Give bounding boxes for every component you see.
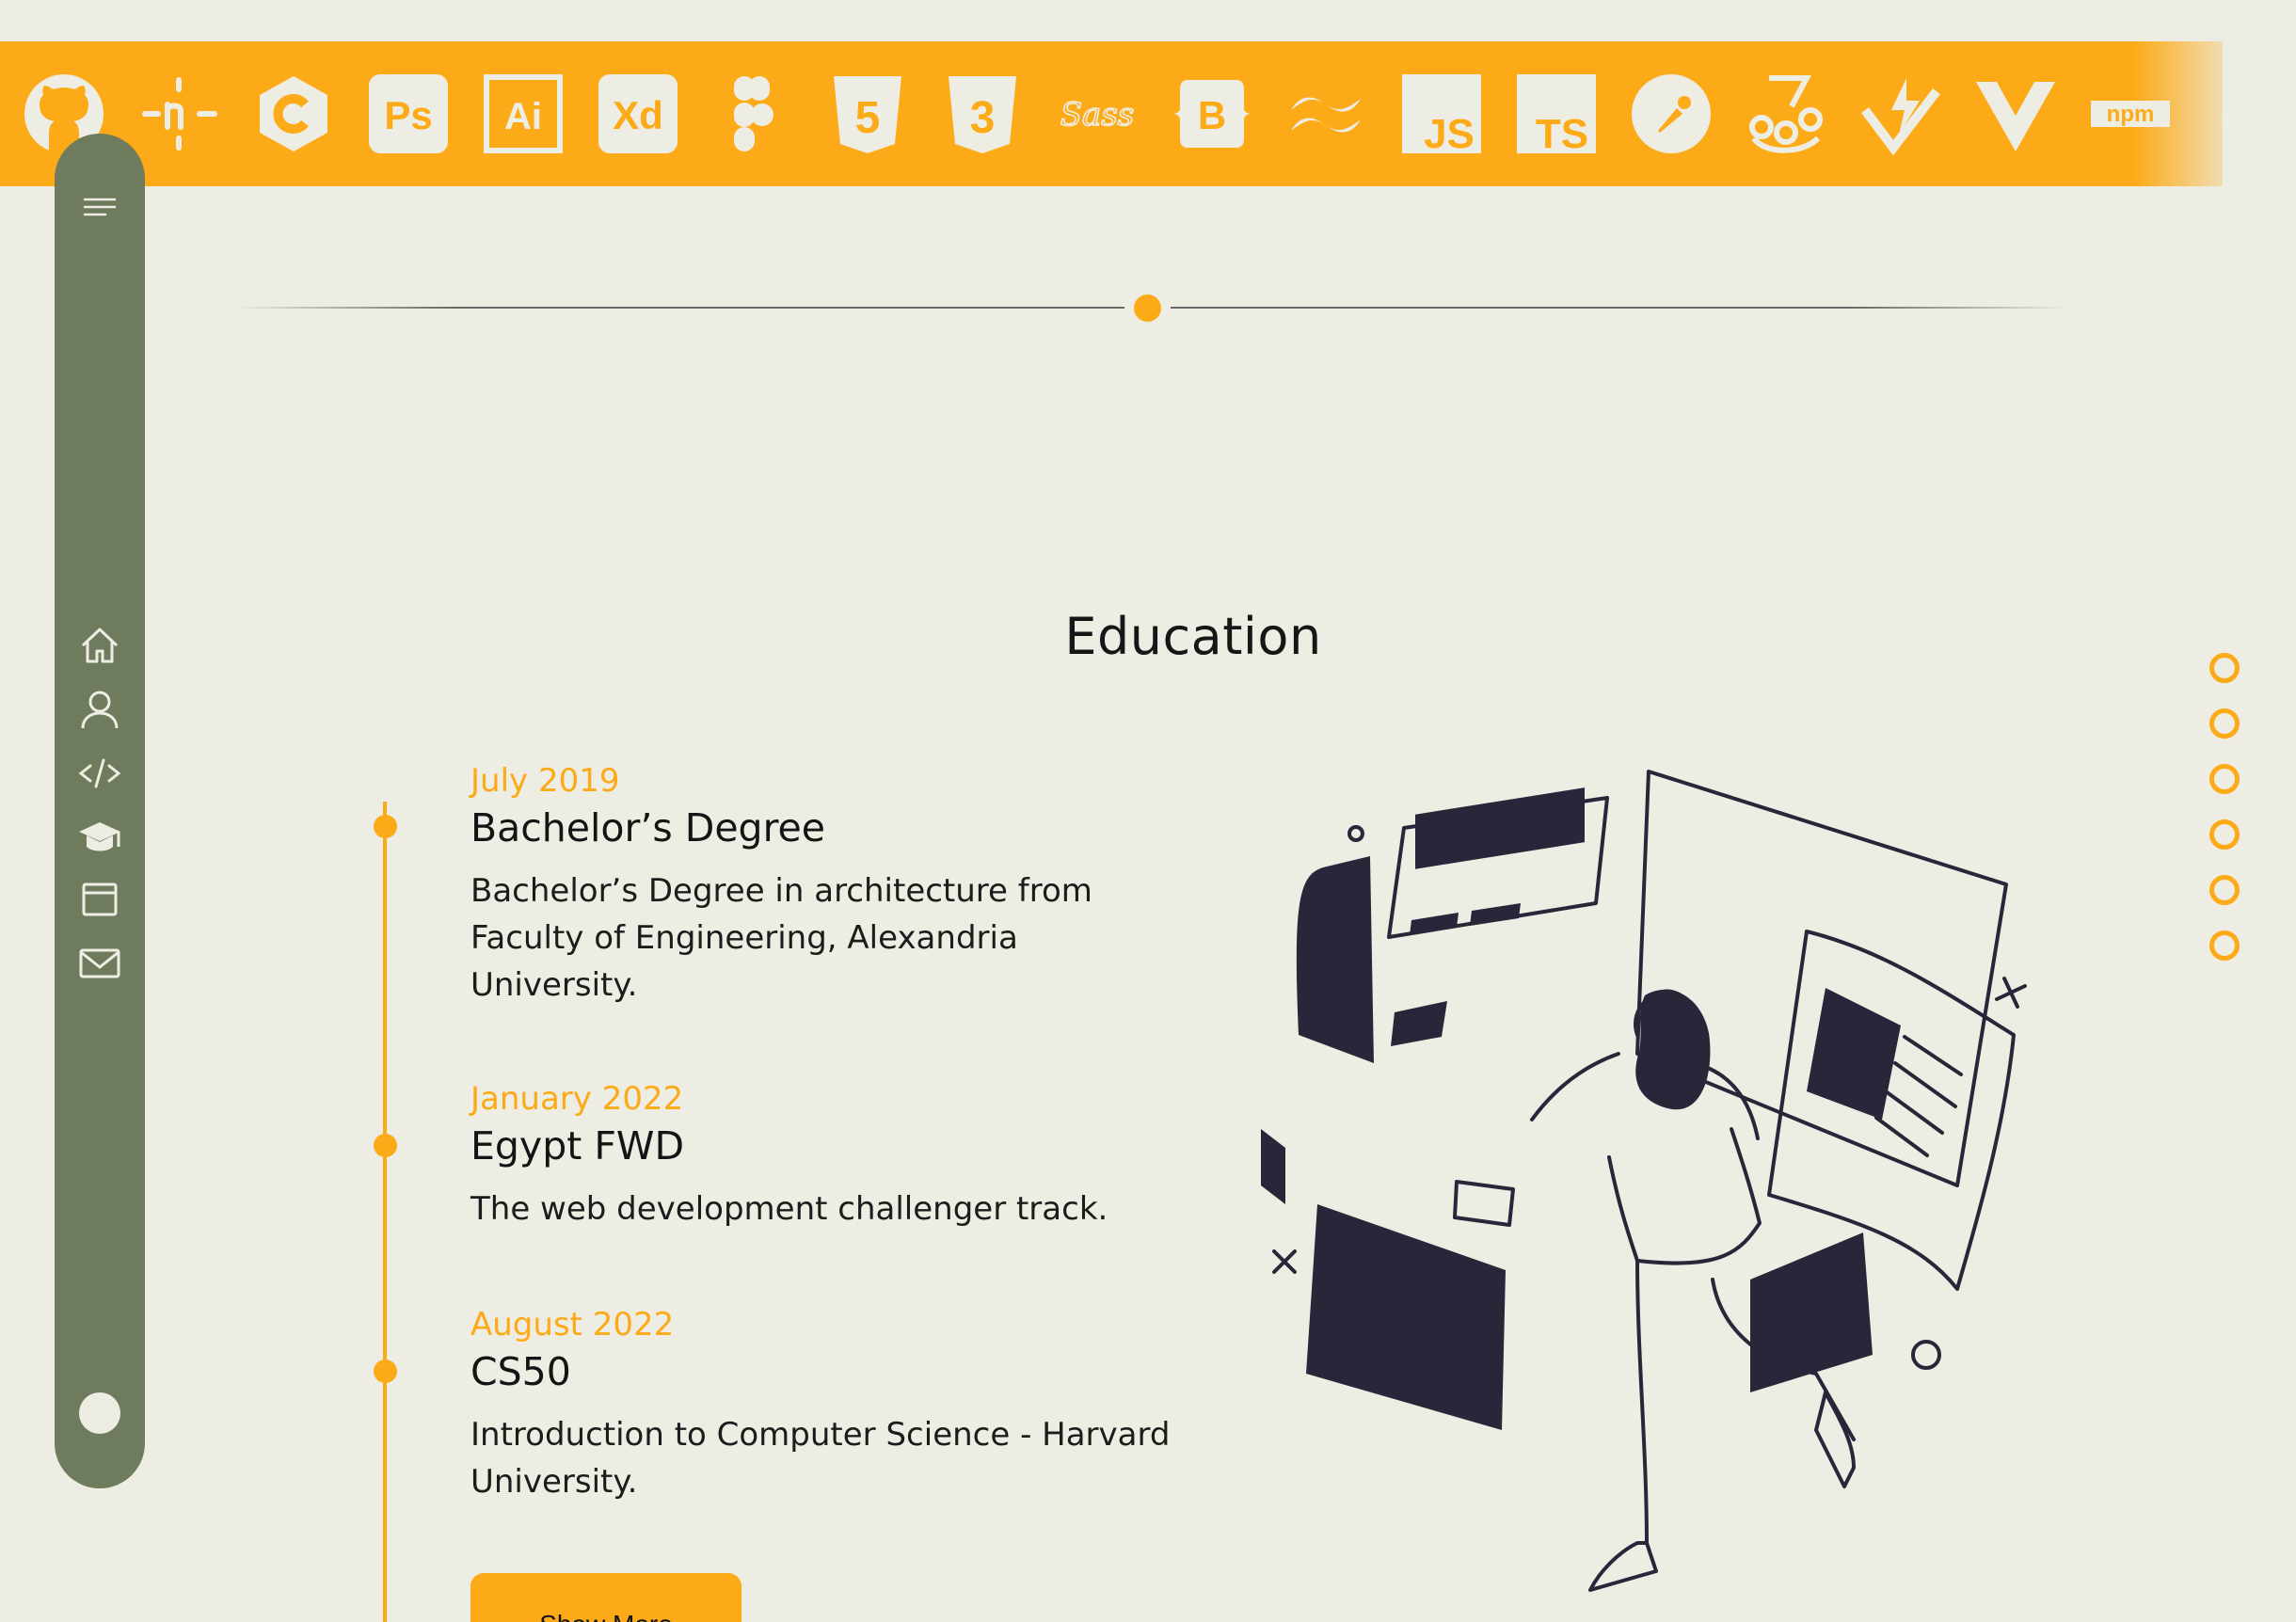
sidebar-nav xyxy=(55,134,145,1488)
nav-about[interactable] xyxy=(77,687,122,732)
svg-text:Sass: Sass xyxy=(1060,96,1134,134)
nav-skills[interactable] xyxy=(77,751,122,796)
education-illustration xyxy=(1261,770,2027,1592)
nav-education[interactable] xyxy=(77,815,122,860)
jest-icon xyxy=(1745,72,1827,155)
entry-title: Egypt FWD xyxy=(470,1123,685,1169)
pager-dot[interactable] xyxy=(2209,875,2240,905)
figma-icon xyxy=(711,72,794,155)
theme-toggle-icon xyxy=(79,1392,120,1434)
pager-dot[interactable] xyxy=(2209,764,2240,794)
nav-projects[interactable] xyxy=(77,877,122,922)
projects-icon xyxy=(82,883,118,916)
tailwind-icon xyxy=(1285,72,1368,155)
nav-contact[interactable] xyxy=(77,941,122,986)
timeline-dot xyxy=(374,1134,397,1157)
c-language-icon xyxy=(252,72,335,155)
timeline-dot xyxy=(374,1360,397,1383)
typescript-icon: TS xyxy=(1515,72,1598,155)
timeline-dot xyxy=(374,815,397,838)
svg-text:5: 5 xyxy=(855,93,881,143)
partial-skill-icon xyxy=(2204,72,2223,155)
adobe-xd-icon: Xd xyxy=(597,72,679,155)
entry-title: Bachelor’s Degree xyxy=(470,805,825,851)
education-entry: July 2019 Bachelor’s Degree Bachelor’s D… xyxy=(470,760,1204,1009)
pager-dot[interactable] xyxy=(2209,708,2240,739)
svg-text:3: 3 xyxy=(970,93,996,143)
illustrator-icon: Ai xyxy=(482,72,565,155)
about-icon xyxy=(81,691,119,729)
theme-toggle-button[interactable] xyxy=(77,1391,122,1436)
entry-description: The web development challenger track. xyxy=(470,1190,1108,1228)
menu-button[interactable] xyxy=(77,186,122,231)
css3-icon: 3 xyxy=(941,72,1024,155)
education-entry: August 2022 CS50 Introduction to Compute… xyxy=(470,1304,1204,1505)
pager-dot[interactable] xyxy=(2209,819,2240,850)
education-icon xyxy=(79,822,120,851)
entry-date: January 2022 xyxy=(470,1080,684,1118)
skills-marquee: Ps Ai Xd 5 3 Sass B JS TS npm xyxy=(0,41,2223,186)
pager-dot[interactable] xyxy=(2209,930,2240,961)
postman-icon xyxy=(1630,72,1713,155)
svg-text:Xd: Xd xyxy=(613,93,663,137)
code-icon xyxy=(78,758,121,788)
sass-icon: Sass xyxy=(1056,72,1139,155)
section-title: Education xyxy=(1064,607,1322,666)
vue-icon xyxy=(1974,72,2057,155)
svg-text:Ps: Ps xyxy=(384,93,432,137)
svg-text:npm: npm xyxy=(2107,102,2155,127)
svg-text:Ai: Ai xyxy=(504,96,542,137)
svg-text:B: B xyxy=(1198,93,1226,137)
show-more-button[interactable]: Show More xyxy=(470,1573,741,1622)
mail-icon xyxy=(79,948,120,978)
photoshop-icon: Ps xyxy=(367,72,450,155)
vitest-icon xyxy=(1859,72,1942,155)
entry-description: Introduction to Computer Science - Harva… xyxy=(470,1416,1171,1501)
svg-text:JS: JS xyxy=(1424,111,1475,155)
section-divider-dot xyxy=(1134,294,1161,322)
bootstrap-icon: B xyxy=(1171,72,1253,155)
entry-title: CS50 xyxy=(470,1349,571,1394)
entry-date: July 2019 xyxy=(470,762,620,800)
menu-icon xyxy=(83,198,117,216)
javascript-icon: JS xyxy=(1400,72,1483,155)
npm-icon: npm xyxy=(2089,72,2172,155)
pager-dot[interactable] xyxy=(2209,653,2240,683)
entry-description: Bachelor’s Degree in architecture from F… xyxy=(470,872,1092,1004)
entry-date: August 2022 xyxy=(470,1306,675,1344)
n8n-icon xyxy=(137,72,220,155)
timeline-line xyxy=(383,802,387,1622)
html5-icon: 5 xyxy=(826,72,909,155)
svg-text:TS: TS xyxy=(1536,111,1588,155)
education-entry: January 2022 Egypt FWD The web developme… xyxy=(470,1078,1204,1232)
